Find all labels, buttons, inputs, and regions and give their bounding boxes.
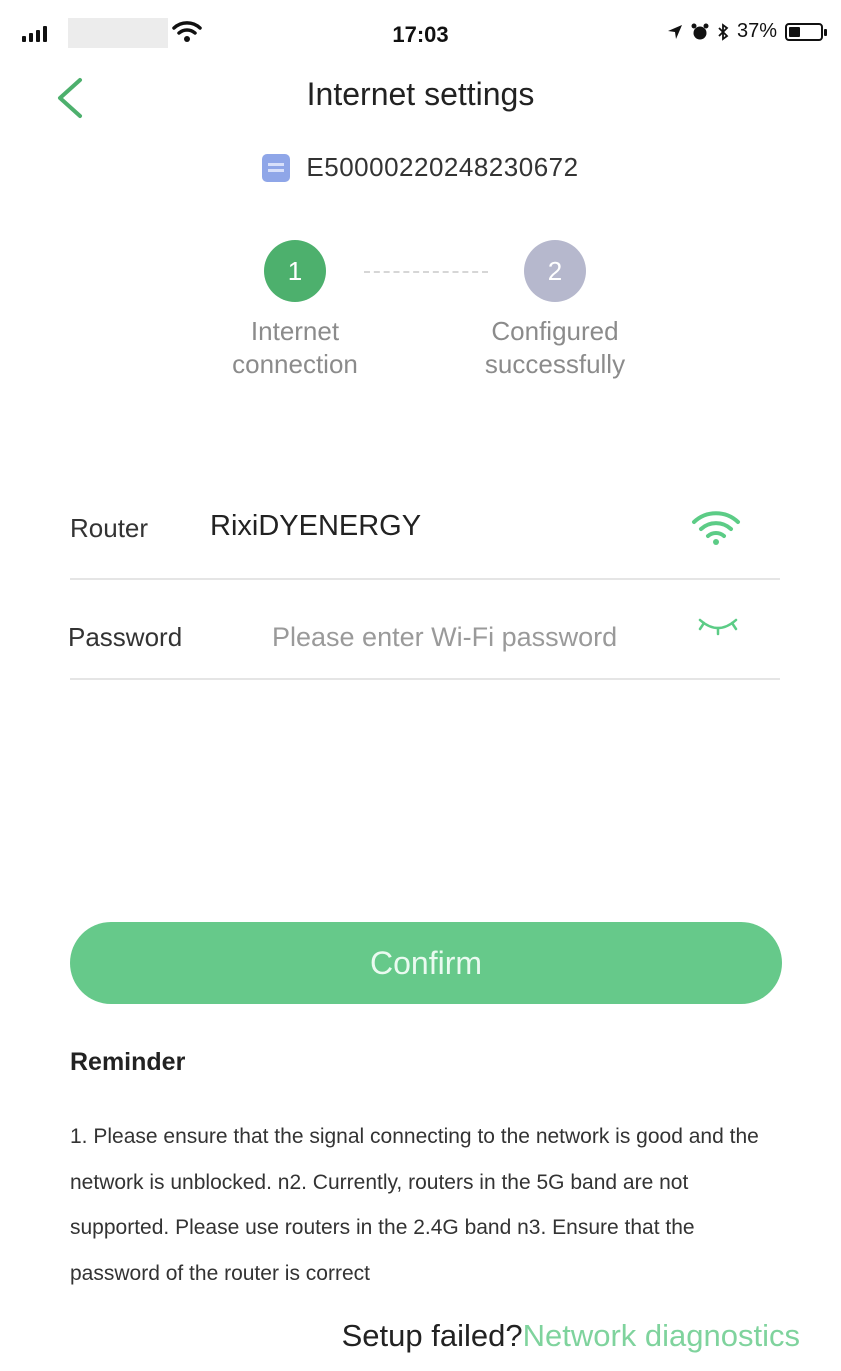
password-divider [70, 678, 780, 680]
alarm-icon [691, 23, 709, 39]
device-icon [262, 153, 291, 182]
password-input[interactable] [272, 614, 672, 660]
step-1-label-line1: Internet [250, 316, 340, 346]
router-label: Router [70, 513, 149, 543]
status-bar: 17:03 37% [0, 0, 841, 70]
device-id: E50000220248230672 [306, 152, 579, 182]
password-label: Password [68, 622, 183, 652]
router-name[interactable]: RixiDYENERGY [210, 510, 421, 543]
confirm-button[interactable]: Confirm [70, 922, 782, 1004]
step-2-label-line1: Configured [491, 316, 619, 346]
reminder-text: 1. Please ensure that the signal connect… [70, 1125, 759, 1285]
battery-percent: 37% [736, 20, 777, 42]
step-connector [364, 271, 488, 273]
bluetooth-icon [718, 22, 729, 41]
setup-failed-text: Setup failed? [341, 1318, 523, 1353]
status-right-group: 37% [667, 20, 827, 43]
step-2-circle: 2 [524, 240, 586, 302]
page-title: Internet settings [306, 76, 535, 112]
wifi-select-icon[interactable] [690, 508, 742, 548]
network-diagnostics-link[interactable]: Network diagnostics [523, 1318, 800, 1353]
battery-icon [785, 22, 827, 41]
eye-closed-icon[interactable] [694, 612, 742, 642]
step-2-label-line2: successfully [484, 349, 626, 379]
setup-failed-footer: Setup failed?Network diagnostics [0, 1318, 800, 1354]
step-2-label: Configured successfully [445, 315, 665, 381]
device-row: E50000220248230672 [0, 152, 841, 183]
reminder-title: Reminder [70, 1048, 186, 1076]
location-arrow-icon [667, 24, 682, 39]
step-1-circle: 1 [264, 240, 326, 302]
battery-fill [789, 26, 801, 37]
router-divider [70, 578, 780, 580]
step-1-label-line2: connection [232, 349, 358, 379]
step-1-label: Internet connection [185, 315, 405, 381]
